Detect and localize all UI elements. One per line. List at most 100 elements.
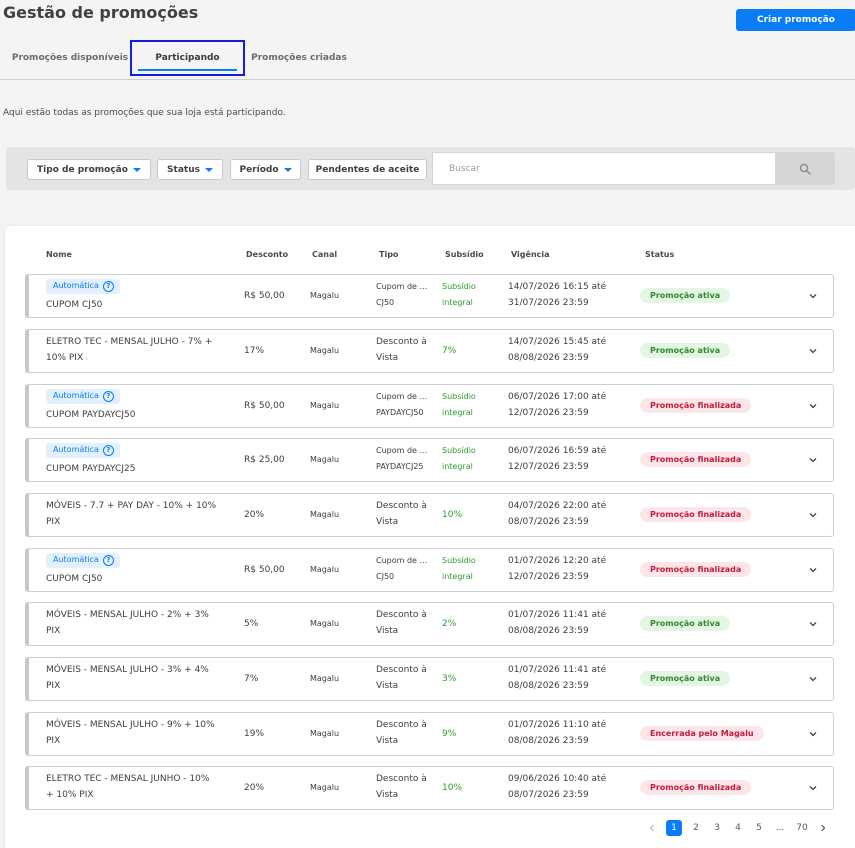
chevron-down-icon[interactable] — [807, 673, 819, 685]
page-2-button[interactable]: 2 — [688, 820, 704, 836]
chevron-down-icon[interactable] — [807, 564, 819, 576]
channel-value: Magalu — [310, 674, 340, 683]
validity-value: 06/07/2026 17:00 até 12/07/2026 23:59 — [508, 392, 607, 418]
discount-value: R$ 50,00 — [244, 291, 285, 301]
channel-value: Magalu — [310, 455, 340, 464]
discount-value: R$ 50,00 — [244, 401, 285, 411]
status-badge: Promoção finalizada — [640, 562, 752, 577]
table-row[interactable]: MÓVEIS - MENSAL JULHO - 9% + 10% PIX 19% M… — [25, 712, 834, 756]
type-value: Desconto à Vista — [376, 337, 427, 363]
type-value: Cupom de ... PAYDAYCJ25 — [376, 446, 428, 471]
column-header-channel: Canal — [312, 250, 338, 259]
help-icon[interactable]: ? — [102, 444, 114, 456]
chevron-down-icon[interactable] — [807, 728, 819, 740]
tab-participating[interactable]: Participando — [130, 40, 245, 76]
status-badge: Promoção ativa — [640, 288, 731, 303]
automatic-badge: Automática? — [46, 278, 120, 294]
chevron-right-icon — [821, 824, 826, 832]
validity-value: 01/07/2026 11:41 até 08/08/2026 23:59 — [508, 610, 607, 636]
search-icon — [799, 163, 811, 175]
type-value: Desconto à Vista — [376, 610, 427, 636]
status-badge: Promoção ativa — [640, 616, 731, 631]
chevron-down-icon[interactable] — [807, 290, 819, 302]
status-badge: Promoção ativa — [640, 343, 731, 358]
filter-pending-acceptance[interactable]: Pendentes de aceite — [308, 159, 427, 180]
column-header-name: Nome — [46, 250, 72, 259]
help-icon[interactable]: ? — [102, 280, 114, 292]
subsidy-value: 9% — [442, 729, 457, 739]
page-3-button[interactable]: 3 — [709, 820, 725, 836]
status-cell: Promoção finalizada — [640, 452, 752, 468]
next-page-button[interactable] — [815, 820, 831, 836]
page-5-button[interactable]: 5 — [751, 820, 767, 836]
search-input[interactable] — [432, 152, 776, 185]
prev-page-button[interactable] — [644, 820, 660, 836]
promotion-name-cell: Automática? CUPOM CJ50 — [46, 278, 241, 313]
status-badge: Promoção ativa — [640, 671, 731, 686]
type-value: Cupom de ... PAYDAYCJ50 — [376, 392, 428, 417]
channel-value: Magalu — [310, 619, 340, 628]
page-1-button[interactable]: 1 — [666, 820, 682, 836]
promotion-name-cell: Automática? CUPOM CJ50 — [46, 552, 241, 587]
subsidy-value: 3% — [442, 674, 457, 684]
automatic-badge: Automática? — [46, 552, 120, 568]
discount-value: R$ 25,00 — [244, 455, 285, 465]
tab-created-promotions[interactable]: Promoções criadas — [246, 40, 352, 76]
table-row[interactable]: ELETRO TEC - MENSAL JUNHO - 10% + 10% PI… — [25, 766, 834, 810]
type-value: Desconto à Vista — [376, 774, 427, 800]
help-icon[interactable]: ? — [102, 390, 114, 402]
column-header-subsidy: Subsídio — [445, 250, 484, 259]
table-row[interactable]: MÓVEIS - MENSAL JULHO - 2% + 3% PIX 5% Mag… — [25, 602, 834, 646]
chevron-down-icon[interactable] — [807, 509, 819, 521]
validity-value: 14/07/2026 15:45 até 08/08/2026 23:59 — [508, 337, 607, 363]
table-row[interactable]: MÓVEIS - 7.7 + PAY DAY - 10% + 10% PIX 20… — [25, 493, 834, 537]
help-icon[interactable]: ? — [102, 554, 114, 566]
discount-value: 7% — [244, 674, 259, 684]
search-button[interactable] — [775, 152, 835, 185]
status-cell: Promoção ativa — [640, 616, 731, 632]
status-cell: Promoção ativa — [640, 343, 731, 359]
page-4-button[interactable]: 4 — [730, 820, 746, 836]
automatic-badge-label: Automática — [53, 445, 99, 454]
promotion-name: MÓVEIS - MENSAL JULHO - 2% + 3% PIX — [46, 610, 209, 636]
automatic-badge: Automática? — [46, 442, 120, 458]
status-badge: Promoção finalizada — [640, 780, 752, 795]
chevron-down-icon[interactable] — [807, 345, 819, 357]
chevron-down-icon[interactable] — [807, 454, 819, 466]
tab-bar: Promoções disponíveis Participando Promo… — [0, 40, 855, 80]
automatic-badge-label: Automática — [53, 555, 99, 564]
column-header-type: Tipo — [379, 250, 399, 259]
subsidy-value: Subsídio integral — [442, 282, 476, 307]
promotion-name: MÓVEIS - 7.7 + PAY DAY - 10% + 10% PIX — [46, 501, 217, 527]
validity-value: 01/07/2026 11:10 até 08/08/2026 23:59 — [508, 720, 607, 746]
promotion-name: MÓVEIS - MENSAL JULHO - 9% + 10% PIX — [46, 720, 215, 746]
subsidy-value: 2% — [442, 619, 457, 629]
table-row[interactable]: Automática? CUPOM PAYDAYCJ50 R$ 50,00 Magal… — [25, 384, 834, 428]
table-row[interactable]: ELETRO TEC - MENSAL JULHO - 7% + 10% PIX… — [25, 329, 834, 373]
table-row[interactable]: MÓVEIS - MENSAL JULHO - 3% + 4% PIX 7% Mag… — [25, 657, 834, 701]
table-row[interactable]: Automática? CUPOM CJ50 R$ 50,00 Magalu Cupom… — [25, 548, 834, 592]
type-value: Cupom de ... CJ50 — [376, 556, 428, 581]
filter-period[interactable]: Período — [230, 159, 301, 180]
page-70-button[interactable]: 70 — [794, 820, 810, 836]
channel-value: Magalu — [310, 291, 340, 300]
filter-pending-label: Pendentes de aceite — [315, 164, 420, 175]
filter-bar: Tipo de promoção Status Período Pendente… — [6, 147, 855, 190]
caret-down-icon — [283, 167, 292, 172]
table-row[interactable]: Automática? CUPOM CJ50 R$ 50,00 Magalu Cupom… — [25, 274, 834, 318]
tab-available-promotions[interactable]: Promoções disponíveis — [10, 40, 130, 76]
pagination-ellipsis: ... — [775, 823, 785, 833]
chevron-down-icon[interactable] — [807, 782, 819, 794]
subsidy-value: 10% — [442, 510, 463, 520]
create-promotion-button[interactable]: Criar promoção — [736, 9, 855, 31]
promotion-name: CUPOM CJ50 — [46, 574, 103, 584]
chevron-down-icon[interactable] — [807, 618, 819, 630]
chevron-down-icon[interactable] — [807, 400, 819, 412]
subsidy-value: Subsídio integral — [442, 392, 476, 417]
filter-status[interactable]: Status — [157, 159, 223, 180]
filter-promotion-type[interactable]: Tipo de promoção — [27, 159, 151, 180]
caret-down-icon — [204, 167, 213, 172]
status-cell: Promoção ativa — [640, 288, 731, 304]
table-row[interactable]: Automática? CUPOM PAYDAYCJ25 R$ 25,00 Magal… — [25, 438, 834, 482]
column-header-validity: Vigência — [511, 250, 550, 259]
